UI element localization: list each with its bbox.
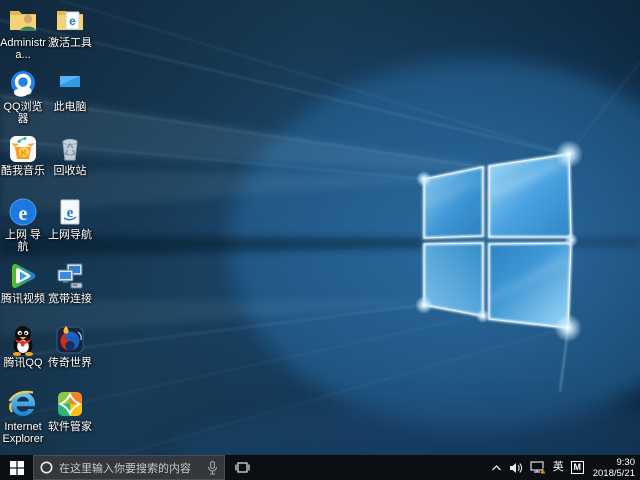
desktop-icon-label: Administra... [0,37,46,61]
desktop-icon-web-navigation[interactable]: e 上网 导航 [0,196,46,253]
desktop-icon-internet-explorer[interactable]: Internet Explorer [0,388,46,445]
desktop-icon-label: 激活工具 [47,37,93,49]
ime-language-indicator[interactable]: 英 [553,462,564,473]
desktop-icon-label: 传奇世界 [47,357,93,369]
desktop-icon-tencent-video[interactable]: 腾讯视频 [0,260,46,305]
desktop-icon-label: 酷我音乐 [0,165,46,177]
clock-time: 9:30 [593,457,635,468]
e-document-icon: e [54,196,86,228]
blue-e-circle-icon: e [7,196,39,228]
software-manager-grid-icon [54,388,86,420]
qq-penguin-icon [7,324,39,356]
network-warning-icon [530,461,546,474]
desktop-icon-kuwo-music[interactable]: K 酷我音乐 [0,132,46,177]
qq-browser-icon [7,68,39,100]
desktop-icon-label: 此电脑 [47,101,93,113]
taskbar-clock[interactable]: 9:30 2018/5/21 [591,457,635,479]
svg-text:K: K [21,148,28,158]
svg-text:e: e [69,14,76,28]
folder-e-document-icon: e [54,4,86,36]
microphone-icon[interactable] [207,461,218,475]
desktop-icon-label: 腾讯QQ [0,357,46,369]
tencent-video-play-icon [7,260,39,292]
taskbar-search-box[interactable]: 在这里输入你要搜索的内容 [33,455,225,480]
desktop-icon-tencent-qq[interactable]: 腾讯QQ [0,324,46,369]
desktop-icon-recycle-bin[interactable]: 回收站 [47,132,93,177]
this-pc-monitor-icon [54,68,86,100]
desktop-icon-activation-tools[interactable]: e 激活工具 [47,4,93,49]
desktop-icon-label: 腾讯视频 [0,293,46,305]
task-view-icon [235,461,250,474]
desktop-icon-label: 回收站 [47,165,93,177]
clock-date: 2018/5/21 [593,468,635,479]
desktop-icon-label: Internet Explorer [0,421,46,445]
search-placeholder-text: 在这里输入你要搜索的内容 [59,460,201,476]
kuwo-music-box-icon: K [7,132,39,164]
tray-overflow-chevron[interactable] [491,464,502,472]
volume-tray-button[interactable] [509,462,523,474]
desktop-icon-label: QQ浏览器 [0,101,46,125]
desktop-icon-administrator[interactable]: Administra... [0,4,46,61]
windows-hero-logo-art [0,0,640,455]
svg-text:e: e [19,203,28,225]
desktop-icon-legend-world[interactable]: 传奇世界 [47,324,93,369]
desktop-icon-label: 上网 导航 [0,229,46,253]
desktop-icon-label: 软件管家 [47,421,93,433]
desktop-icon-label: 宽带连接 [47,293,93,305]
task-view-button[interactable] [225,455,259,480]
folder-user-icon [7,4,39,36]
recycle-bin-icon [54,132,86,164]
desktop-icon-label: 上网导航 [47,229,93,241]
ime-mode-indicator[interactable]: M [571,461,584,474]
internet-explorer-icon [7,388,39,420]
broadband-computers-icon [54,260,86,292]
windows-logo-icon [10,461,24,475]
desktop-wallpaper [0,0,640,455]
desktop-icon-software-manager[interactable]: 软件管家 [47,388,93,433]
system-tray: 英 M 9:30 2018/5/21 [491,455,640,480]
desktop-icon-this-pc[interactable]: 此电脑 [47,68,93,113]
search-ring-icon [40,461,53,474]
desktop-icon-broadband-connection[interactable]: 宽带连接 [47,260,93,305]
desktop-icon-qq-browser[interactable]: QQ浏览器 [0,68,46,125]
legend-world-orb-icon [54,324,86,356]
start-button[interactable] [0,455,33,480]
speaker-icon [509,462,523,474]
network-tray-button[interactable] [530,461,546,474]
desktop-icon-web-navigation-doc[interactable]: e 上网导航 [47,196,93,241]
chevron-up-icon [491,464,502,472]
taskbar: 在这里输入你要搜索的内容 英 M 9:30 2018/5/21 [0,455,640,480]
